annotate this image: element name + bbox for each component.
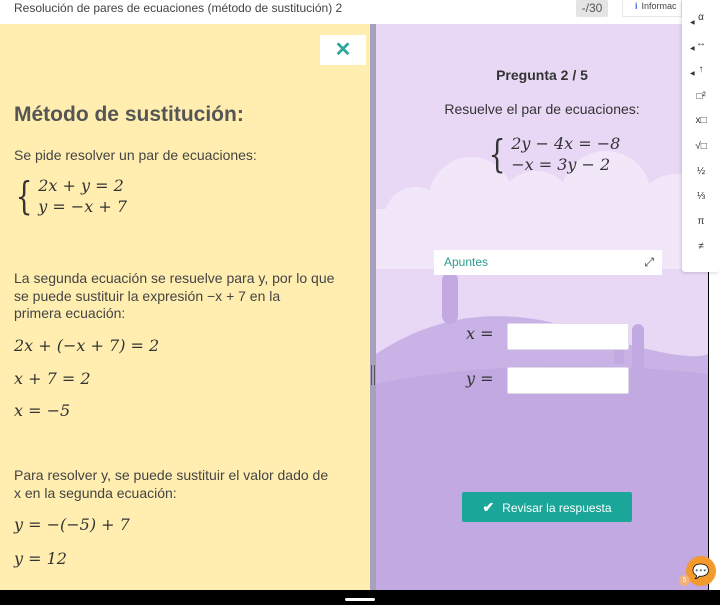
- explanation-heading: Método de sustitución:: [14, 103, 244, 126]
- up-arrow-symbol-button[interactable]: ↑: [682, 63, 720, 77]
- brace-icon: {: [15, 174, 33, 218]
- brace-icon: {: [488, 132, 506, 176]
- arrow-symbol-button[interactable]: ↔: [682, 37, 720, 51]
- question-prompt: Resuelve el par de ecuaciones:: [444, 101, 640, 117]
- sqrt-symbol-button[interactable]: √□: [682, 140, 720, 154]
- explanation-line: x en la segunda ecuación:: [14, 485, 177, 501]
- intro-text: Se pide resolver un par de ecuaciones:: [14, 147, 257, 163]
- pi-symbol-button[interactable]: π: [682, 215, 720, 229]
- checkmark-icon: ✔: [482, 499, 495, 515]
- notes-bar[interactable]: Apuntes ⤢: [434, 250, 662, 275]
- subscript-symbol-button[interactable]: x□: [682, 114, 720, 128]
- given-equation-2: y = −x + 7: [38, 197, 127, 216]
- check-answer-button[interactable]: ✔ Revisar la respuesta: [462, 492, 632, 522]
- question-panel: Pregunta 2 / 5 Resuelve el par de ecuaci…: [376, 24, 708, 590]
- question-counter: Pregunta 2 / 5: [496, 67, 588, 83]
- explanation-line: se puede sustituir la expresión −x + 7 e…: [14, 288, 281, 304]
- notes-label: Apuntes: [444, 255, 489, 269]
- x-answer-input[interactable]: [507, 323, 629, 350]
- chat-badge: 5: [679, 575, 690, 586]
- info-button[interactable]: i Informac: [622, 0, 682, 17]
- question-equation-1: 2y − 4x = −8: [511, 134, 621, 153]
- step-equation: x = −5: [14, 401, 71, 420]
- explanation-line: Para resolver y, se puede sustituir el v…: [14, 467, 329, 483]
- symbol-palette: ◀ α ◀ ↔ ◀ ↑ □² x□ √□ ½ ⅓ π ≠: [682, 0, 720, 272]
- step-equation: x + 7 = 2: [14, 369, 91, 388]
- y-answer-input[interactable]: [507, 367, 629, 394]
- explanation-line: primera ecuación:: [14, 305, 126, 321]
- window-title: Resolución de pares de ecuaciones (métod…: [14, 1, 343, 15]
- half-symbol-button[interactable]: ½: [682, 165, 720, 179]
- score-badge: -/30: [576, 0, 608, 17]
- step-equation: y = −(−5) + 7: [14, 515, 130, 534]
- close-icon: ✕: [334, 39, 352, 61]
- close-explanation-button[interactable]: ✕: [320, 35, 366, 65]
- step-equation: 2x + (−x + 7) = 2: [14, 336, 160, 355]
- y-answer-label: y =: [466, 369, 494, 388]
- chat-bubble-icon: 💬: [692, 563, 710, 579]
- given-system: { 2x + y = 2 y = −x + 7: [12, 176, 127, 216]
- top-bar: Resolución de pares de ecuaciones (métod…: [0, 0, 720, 24]
- given-equation-1: 2x + y = 2: [38, 176, 124, 195]
- info-label: Informac: [641, 1, 677, 11]
- chat-button[interactable]: 💬: [686, 556, 716, 586]
- explanation-line: La segunda ecuación se resuelve para y, …: [14, 270, 335, 286]
- check-answer-label: Revisar la respuesta: [502, 501, 612, 515]
- not-equal-symbol-button[interactable]: ≠: [682, 240, 720, 254]
- square-symbol-button[interactable]: □²: [682, 90, 720, 104]
- expand-icon[interactable]: ⤢: [644, 250, 654, 274]
- home-indicator[interactable]: [345, 598, 375, 601]
- explanation-panel: ✕ Método de sustitución: Se pide resolve…: [0, 24, 370, 590]
- info-icon: i: [635, 1, 638, 11]
- x-answer-label: x =: [466, 324, 494, 343]
- question-system: { 2y − 4x = −8 −x = 3y − 2: [485, 132, 621, 176]
- step-equation: y = 12: [14, 549, 67, 568]
- alpha-symbol-button[interactable]: α: [682, 11, 720, 25]
- divider-grip-icon[interactable]: [371, 365, 375, 385]
- question-equation-2: −x = 3y − 2: [511, 155, 611, 174]
- third-symbol-button[interactable]: ⅓: [682, 190, 720, 204]
